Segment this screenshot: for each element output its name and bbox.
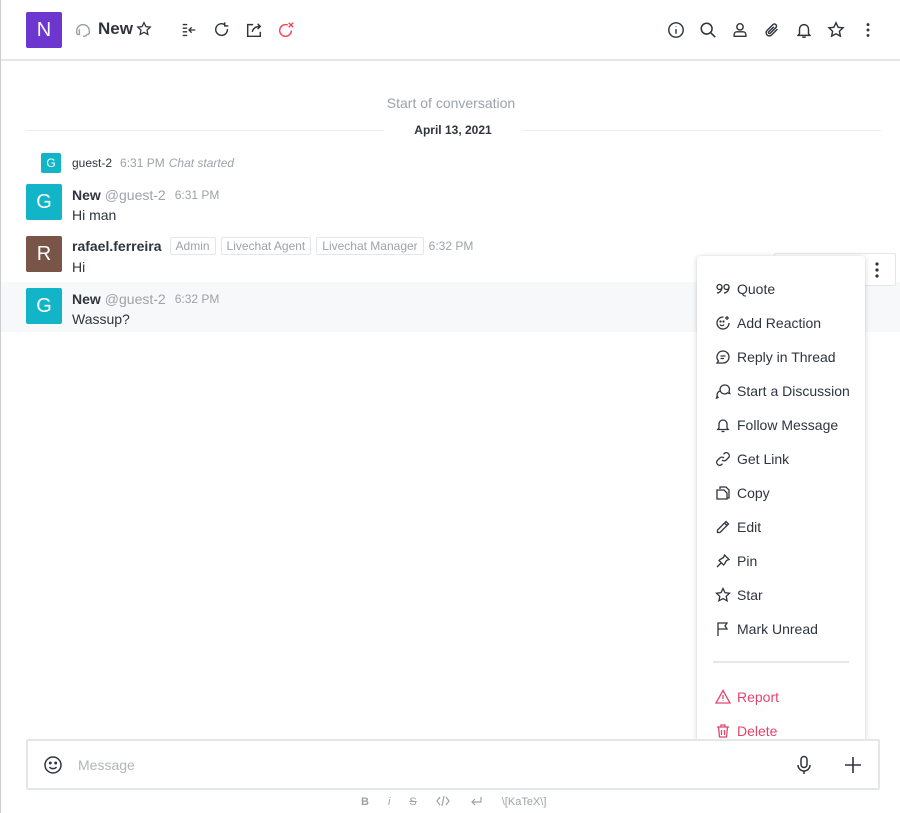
system-message: G guest-2 6:31 PM Chat started (41, 153, 235, 173)
message-handle: @guest-2 (104, 291, 166, 307)
menu-item-label: Follow Message (737, 417, 839, 433)
format-bold-button[interactable]: B (361, 796, 369, 808)
pin-icon (716, 553, 731, 568)
room-avatar-letter: N (36, 18, 52, 41)
format-katex-button[interactable]: \[KaTeX\] (502, 796, 547, 808)
menu-item-reply-in-thread[interactable]: Reply in Thread (697, 340, 865, 374)
favorite-star-icon[interactable] (136, 21, 152, 37)
enter-room-icon[interactable] (179, 20, 199, 40)
room-header: N New (1, 0, 900, 61)
menu-item-label: Start a Discussion (737, 383, 850, 399)
menu-item-label: Add Reaction (737, 315, 822, 331)
discussion-icon (715, 384, 731, 399)
start-of-conversation: Start of conversation (386, 95, 516, 111)
headset-icon (74, 21, 92, 39)
menu-item-label: Delete (737, 723, 778, 739)
menu-divider (713, 661, 849, 663)
role-badge: Livechat Agent (220, 237, 312, 255)
menu-item-start-discussion[interactable]: Start a Discussion (697, 374, 865, 408)
format-multiline-icon[interactable] (469, 795, 483, 810)
formatting-toolbar: B i S \[KaTeX\] (361, 795, 565, 809)
format-strike-button[interactable]: S (409, 796, 416, 808)
room-name: New (98, 19, 133, 38)
message-composer (26, 739, 880, 790)
avatar[interactable]: R (26, 236, 62, 272)
message-username[interactable]: rafael.ferreira (72, 238, 162, 254)
system-message-user[interactable]: guest-2 (72, 156, 112, 170)
message-handle: @guest-2 (104, 187, 166, 203)
close-chat-icon[interactable] (276, 20, 296, 40)
forward-icon[interactable] (212, 20, 232, 40)
menu-item-copy[interactable]: Copy (697, 476, 865, 510)
link-icon (716, 452, 730, 466)
message-body: Wassup? (72, 311, 130, 327)
avatar[interactable]: G (26, 288, 62, 324)
avatar[interactable]: G (26, 184, 62, 220)
message[interactable]: G New @guest-2 6:31 PM Hi man (1, 178, 900, 230)
search-icon[interactable] (698, 20, 718, 40)
message-username[interactable]: New (72, 291, 101, 307)
copy-icon (716, 486, 730, 500)
message-time: 6:32 PM (428, 239, 474, 253)
menu-item-label: Pin (737, 553, 758, 569)
menu-item-label: Quote (737, 281, 776, 297)
microphone-icon[interactable] (795, 755, 813, 775)
message-input[interactable] (78, 754, 758, 776)
pencil-icon (716, 520, 730, 534)
menu-item-label: Edit (737, 519, 762, 535)
flag-icon (717, 622, 729, 636)
menu-item-label: Star (737, 587, 763, 603)
date-divider: April 13, 2021 (26, 122, 881, 140)
avatar[interactable]: G (41, 153, 61, 173)
kebab-icon[interactable] (858, 20, 878, 40)
star-icon[interactable] (826, 20, 846, 40)
role-badge: Admin (169, 237, 216, 255)
quote-icon (716, 283, 730, 294)
star-icon (715, 587, 731, 603)
menu-item-label: Get Link (737, 451, 790, 467)
menu-item-label: Mark Unread (737, 621, 818, 637)
transfer-icon[interactable] (244, 20, 264, 40)
thread-icon (715, 350, 730, 364)
message-body: Hi (72, 259, 86, 275)
format-code-icon[interactable] (436, 795, 450, 810)
role-badge: Livechat Manager (316, 237, 424, 255)
menu-item-star[interactable]: Star (697, 578, 865, 612)
message-body: Hi man (72, 207, 117, 223)
bell-icon[interactable] (794, 20, 814, 40)
menu-item-edit[interactable]: Edit (697, 510, 865, 544)
add-reaction-icon (716, 316, 730, 330)
system-message-time: 6:31 PM (120, 156, 165, 170)
message-time: 6:32 PM (174, 292, 220, 306)
room-avatar[interactable]: N (26, 12, 62, 48)
menu-item-quote[interactable]: Quote (697, 272, 865, 306)
menu-item-mark-unread[interactable]: Mark Unread (697, 612, 865, 646)
menu-item-get-link[interactable]: Get Link (697, 442, 865, 476)
date-label: April 13, 2021 (414, 123, 492, 137)
menu-item-label: Copy (737, 485, 770, 501)
kebab-icon[interactable] (869, 261, 885, 279)
info-icon[interactable] (666, 20, 686, 40)
message-username[interactable]: New (72, 187, 101, 203)
bell-icon (716, 419, 730, 433)
menu-item-pin[interactable]: Pin (697, 544, 865, 578)
warning-icon (715, 689, 731, 704)
plus-icon[interactable] (843, 755, 863, 775)
emoji-icon[interactable] (43, 755, 63, 775)
menu-item-report[interactable]: Report (697, 680, 865, 714)
trash-icon (717, 724, 729, 738)
system-message-text: Chat started (168, 156, 235, 170)
menu-item-label: Report (737, 689, 780, 705)
user-icon[interactable] (730, 20, 750, 40)
menu-item-follow-message[interactable]: Follow Message (697, 408, 865, 442)
message-time: 6:31 PM (174, 188, 220, 202)
format-italic-button[interactable]: i (388, 796, 390, 808)
message-actions-menu: Quote Add Reaction Reply in Thread Start… (697, 256, 865, 763)
menu-item-add-reaction[interactable]: Add Reaction (697, 306, 865, 340)
attachment-icon[interactable] (762, 20, 782, 40)
menu-item-label: Reply in Thread (737, 349, 836, 365)
